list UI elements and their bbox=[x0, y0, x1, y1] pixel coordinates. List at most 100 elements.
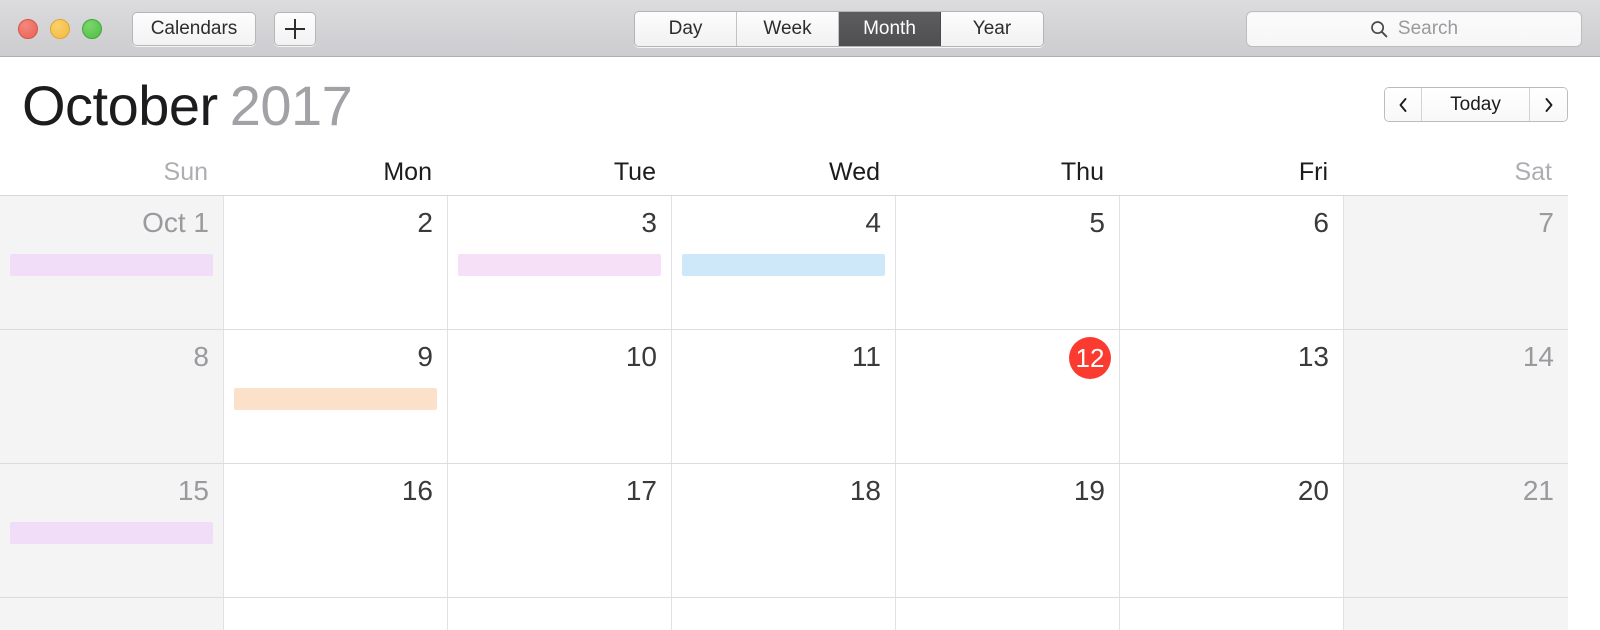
event-bar[interactable] bbox=[234, 388, 437, 410]
day-number: 5 bbox=[1089, 207, 1105, 238]
day-cell-16[interactable]: 16 bbox=[224, 464, 448, 597]
day-number: 8 bbox=[193, 341, 209, 372]
window-toolbar: Calendars Day Week Month Year Search bbox=[0, 0, 1600, 57]
calendars-button[interactable]: Calendars bbox=[132, 12, 256, 46]
weekday-header-wed: Wed bbox=[672, 145, 896, 195]
day-number: 7 bbox=[1538, 207, 1554, 238]
day-cell-15[interactable]: 15 bbox=[0, 464, 224, 597]
day-cell-oct-1[interactable]: Oct 1 bbox=[0, 196, 224, 329]
day-number: 19 bbox=[1073, 475, 1105, 506]
day-cell-empty[interactable] bbox=[0, 598, 224, 630]
view-mode-segmented-control: Day Week Month Year bbox=[634, 11, 1044, 47]
calendars-button-label: Calendars bbox=[150, 18, 238, 39]
event-bar[interactable] bbox=[10, 254, 213, 276]
tab-day-label: Day bbox=[668, 18, 703, 39]
day-cell-7[interactable]: 7 bbox=[1344, 196, 1568, 329]
day-cell-empty[interactable] bbox=[448, 598, 672, 630]
weekday-header-sat: Sat bbox=[1344, 145, 1568, 195]
window-controls bbox=[18, 19, 102, 39]
today-button[interactable]: Today bbox=[1422, 88, 1530, 121]
day-cell-8[interactable]: 8 bbox=[0, 330, 224, 463]
tab-year[interactable]: Year bbox=[941, 12, 1043, 46]
day-cell-11[interactable]: 11 bbox=[672, 330, 896, 463]
page-title: October 2017 bbox=[22, 73, 353, 138]
tab-day[interactable]: Day bbox=[635, 12, 737, 46]
add-event-button[interactable] bbox=[274, 12, 316, 46]
right-gutter bbox=[1568, 57, 1600, 630]
plus-icon bbox=[284, 18, 306, 40]
day-cell-empty[interactable] bbox=[672, 598, 896, 630]
day-cell-20[interactable]: 20 bbox=[1120, 464, 1344, 597]
maximize-window-button[interactable] bbox=[82, 19, 102, 39]
today-date-badge: 12 bbox=[1069, 337, 1111, 379]
day-number: 14 bbox=[1522, 341, 1554, 372]
day-cell-6[interactable]: 6 bbox=[1120, 196, 1344, 329]
day-number: Oct 1 bbox=[142, 207, 209, 238]
search-input[interactable]: Search bbox=[1398, 18, 1458, 40]
chevron-right-icon bbox=[1545, 97, 1552, 112]
day-cell-19[interactable]: 19 bbox=[896, 464, 1120, 597]
tab-month[interactable]: Month bbox=[839, 12, 941, 46]
month-grid: Oct 1 2 3 4 5 6 7 8 9 10 11 12 13 14 15 16 17 18 19 20 21 bbox=[0, 196, 1568, 630]
day-cell-21[interactable]: 21 bbox=[1344, 464, 1568, 597]
day-cell-13[interactable]: 13 bbox=[1120, 330, 1344, 463]
search-field[interactable]: Search bbox=[1246, 11, 1582, 47]
calendar-app-window: Calendars Day Week Month Year Search Oct… bbox=[0, 0, 1600, 630]
weekday-header-label: Sat bbox=[1514, 158, 1552, 186]
day-cell-2[interactable]: 2 bbox=[224, 196, 448, 329]
event-bar[interactable] bbox=[10, 522, 213, 544]
day-cell-5[interactable]: 5 bbox=[896, 196, 1120, 329]
tab-year-label: Year bbox=[972, 18, 1012, 39]
weekday-header-mon: Mon bbox=[224, 145, 448, 195]
day-number: 15 bbox=[177, 475, 209, 506]
day-number: 4 bbox=[865, 207, 881, 238]
weekday-header-label: Wed bbox=[829, 158, 880, 186]
year-label: 2017 bbox=[229, 74, 353, 137]
previous-month-button[interactable] bbox=[1385, 88, 1422, 121]
calendar-header: October 2017 Today bbox=[0, 57, 1600, 145]
day-cell-empty[interactable] bbox=[224, 598, 448, 630]
day-number: 17 bbox=[625, 475, 657, 506]
month-label: October bbox=[22, 74, 218, 137]
tab-month-label: Month bbox=[863, 18, 916, 39]
day-number: 3 bbox=[641, 207, 657, 238]
day-number: 6 bbox=[1313, 207, 1329, 238]
day-cell-10[interactable]: 10 bbox=[448, 330, 672, 463]
weekday-header-fri: Fri bbox=[1120, 145, 1344, 195]
next-month-button[interactable] bbox=[1530, 88, 1567, 121]
day-cell-12[interactable]: 12 bbox=[896, 330, 1120, 463]
weekday-header-row: Sun Mon Tue Wed Thu Fri Sat bbox=[0, 145, 1568, 196]
day-cell-17[interactable]: 17 bbox=[448, 464, 672, 597]
weekday-header-label: Mon bbox=[383, 158, 432, 186]
week-row: 15 16 17 18 19 20 21 bbox=[0, 464, 1568, 598]
day-cell-empty[interactable] bbox=[896, 598, 1120, 630]
day-cell-3[interactable]: 3 bbox=[448, 196, 672, 329]
day-number: 18 bbox=[849, 475, 881, 506]
minimize-window-button[interactable] bbox=[50, 19, 70, 39]
day-cell-9[interactable]: 9 bbox=[224, 330, 448, 463]
day-cell-empty[interactable] bbox=[1344, 598, 1568, 630]
week-row bbox=[0, 598, 1568, 630]
tab-week-label: Week bbox=[763, 18, 812, 39]
chevron-left-icon bbox=[1399, 97, 1407, 112]
weekday-header-tue: Tue bbox=[448, 145, 672, 195]
today-button-label: Today bbox=[1450, 93, 1501, 115]
close-window-button[interactable] bbox=[18, 19, 38, 39]
weekday-header-label: Fri bbox=[1298, 158, 1328, 186]
day-number: 20 bbox=[1297, 475, 1329, 506]
day-cell-empty[interactable] bbox=[1120, 598, 1344, 630]
tab-week[interactable]: Week bbox=[737, 12, 839, 46]
date-navigation-control: Today bbox=[1384, 87, 1568, 122]
day-number: 11 bbox=[851, 341, 881, 372]
week-row: Oct 1 2 3 4 5 6 7 bbox=[0, 196, 1568, 330]
day-number: 10 bbox=[625, 341, 657, 372]
day-number: 16 bbox=[401, 475, 433, 506]
day-cell-4[interactable]: 4 bbox=[672, 196, 896, 329]
day-cell-14[interactable]: 14 bbox=[1344, 330, 1568, 463]
event-bar[interactable] bbox=[458, 254, 661, 276]
event-bar[interactable] bbox=[682, 254, 885, 276]
weekday-header-thu: Thu bbox=[896, 145, 1120, 195]
weekday-header-label: Thu bbox=[1060, 158, 1104, 186]
day-cell-18[interactable]: 18 bbox=[672, 464, 896, 597]
weekday-header-label: Sun bbox=[163, 158, 208, 186]
